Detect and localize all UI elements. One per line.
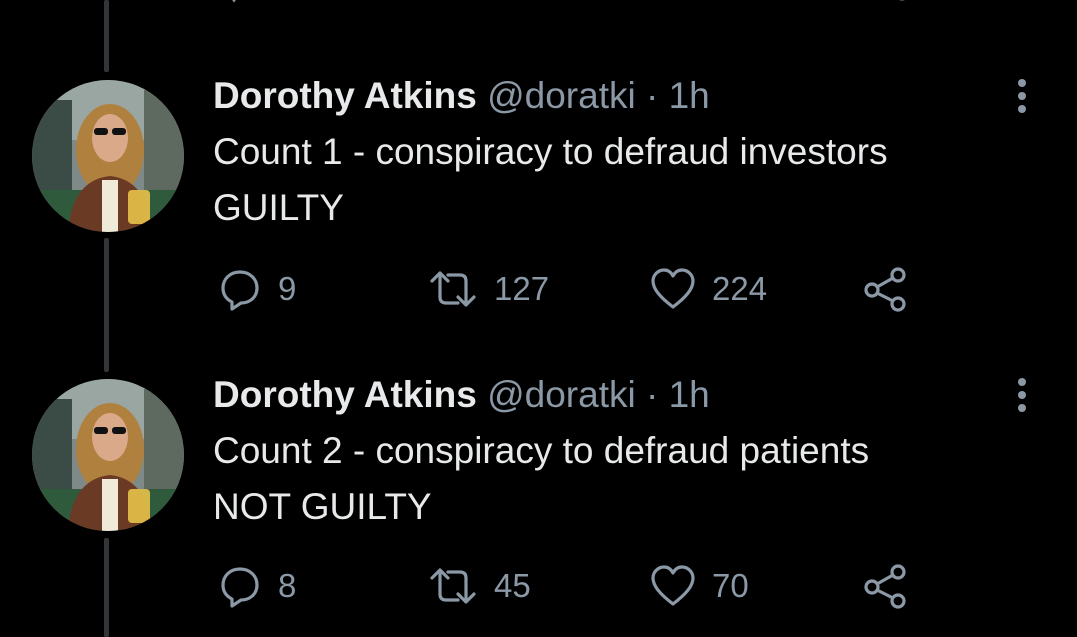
retweet-button[interactable]: 45 [428, 561, 531, 611]
tweet[interactable]: Dorothy Atkins @doratki · 1h Count 2 - c… [0, 0, 1077, 609]
tweet-text-line: NOT GUILTY [213, 486, 432, 527]
avatar-image [32, 379, 184, 531]
like-count: 70 [712, 567, 749, 604]
retweet-icon [430, 568, 476, 604]
display-name[interactable]: Dorothy Atkins [213, 374, 477, 415]
tweet-header: Dorothy Atkins @doratki · 1h [213, 373, 710, 417]
timestamp[interactable]: 1h [669, 374, 710, 415]
avatar[interactable] [32, 379, 184, 531]
like-button[interactable]: 70 [650, 561, 749, 611]
retweet-count: 45 [494, 567, 531, 604]
tweet-text-line: Count 2 - conspiracy to defraud patients [213, 430, 870, 471]
share-button[interactable] [862, 561, 910, 611]
thread-line-bottom [104, 538, 109, 637]
tweet-actions: 8 45 70 [214, 561, 934, 611]
heart-icon [651, 565, 695, 606]
share-icon [864, 564, 906, 609]
handle[interactable]: @doratki [487, 374, 636, 415]
reply-button[interactable]: 8 [218, 561, 296, 611]
reply-count: 8 [278, 567, 297, 604]
more-vertical-icon [1018, 378, 1026, 412]
reply-icon [221, 567, 259, 608]
more-options-button[interactable] [1010, 375, 1034, 415]
separator: · [646, 374, 659, 415]
tweet-text: Count 2 - conspiracy to defraud patients… [213, 423, 869, 535]
